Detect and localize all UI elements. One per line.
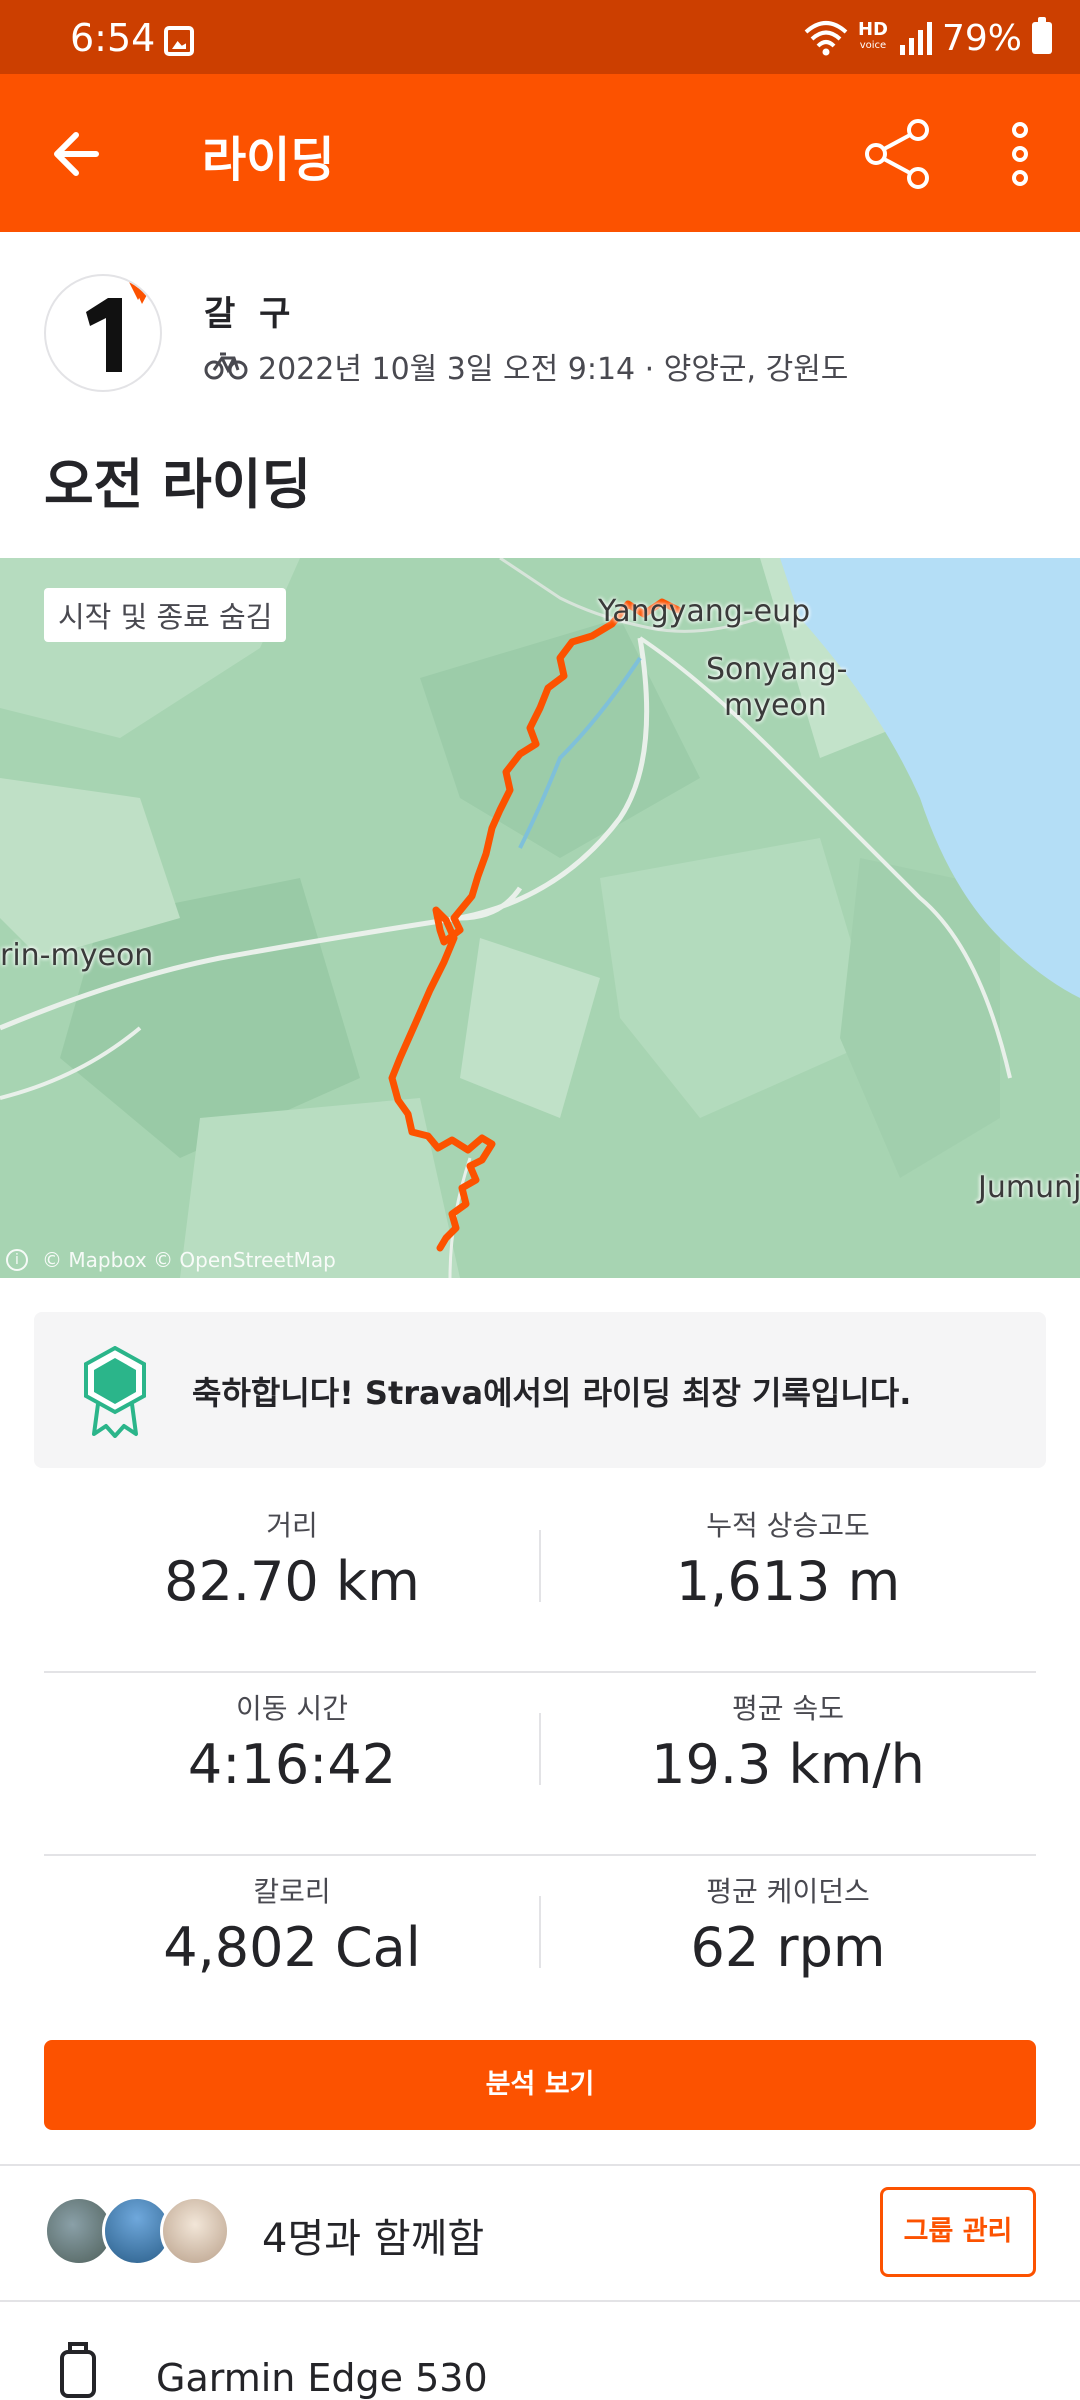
stat-label: 거리 (266, 1509, 318, 1542)
stat-average-speed: 평균 속도 19.3 km/h (540, 1673, 1036, 1796)
stat-distance: 거리 82.70 km (44, 1490, 540, 1613)
page-title: 라이딩 (202, 132, 335, 188)
stat-label: 누적 상승고도 (706, 1509, 870, 1542)
map-label-jumunjin: Jumunj (978, 1170, 1080, 1205)
achievement-text: 축하합니다! Strava에서의 라이딩 최장 기록입니다. (192, 1374, 912, 1412)
hd-label: HD (857, 19, 888, 40)
stat-value: 62 rpm (690, 1916, 886, 1979)
stat-label: 이동 시간 (236, 1692, 348, 1725)
activity-date-location: 2022년 10월 3일 오전 9:14 · 양양군, 강원도 (258, 352, 849, 387)
avatar (160, 2196, 230, 2266)
map-attribution[interactable]: i © Mapbox © OpenStreetMap (6, 1248, 336, 1272)
stat-calories: 칼로리 4,802 Cal (44, 1856, 540, 1979)
achievement-banner: 축하합니다! Strava에서의 라이딩 최장 기록입니다. (34, 1312, 1046, 1468)
activity-title: 오전 라이딩 (44, 453, 312, 516)
stats-grid: 거리 82.70 km 누적 상승고도 1,613 m 이동 시간 4:16:4… (44, 1490, 1036, 2039)
stats-row: 칼로리 4,802 Cal 평균 케이던스 62 rpm (44, 1856, 1036, 2039)
share-icon[interactable] (860, 116, 936, 192)
stat-label: 칼로리 (253, 1875, 331, 1908)
athlete-name[interactable]: 갈 구 (204, 286, 296, 335)
bike-icon (204, 352, 248, 380)
stat-moving-time: 이동 시간 4:16:42 (44, 1673, 540, 1796)
info-icon[interactable]: i (6, 1249, 28, 1271)
group-with-text[interactable]: 4명과 함께함 (262, 2206, 484, 2264)
view-analysis-button[interactable]: 분석 보기 (44, 2040, 1036, 2130)
stats-row: 거리 82.70 km 누적 상승고도 1,613 m (44, 1490, 1036, 1673)
battery-icon (1032, 17, 1052, 54)
stat-value: 19.3 km/h (651, 1733, 925, 1796)
athlete-avatar[interactable] (44, 274, 162, 392)
stats-row: 이동 시간 4:16:42 평균 속도 19.3 km/h (44, 1673, 1036, 1856)
manage-group-button[interactable]: 그룹 관리 (880, 2187, 1036, 2277)
divider (0, 2164, 1080, 2166)
voice-label: voice (859, 40, 887, 51)
group-avatars[interactable] (44, 2196, 234, 2270)
map-label-left-town: rin-myeon (0, 938, 154, 973)
stat-label: 평균 케이던스 (706, 1875, 870, 1908)
watch-icon (60, 2342, 96, 2398)
map-label-yangyang: Yangyang-eup (598, 594, 811, 629)
hide-start-end-toggle[interactable]: 시작 및 종료 숨김 (44, 588, 287, 642)
more-vertical-icon[interactable] (990, 116, 1050, 192)
device-name: Garmin Edge 530 (156, 2356, 488, 2400)
stat-value: 4,802 Cal (163, 1916, 421, 1979)
stat-value: 82.70 km (164, 1550, 420, 1613)
route-map[interactable]: 시작 및 종료 숨김 Yangyang-eup Sonyang- myeon r… (0, 558, 1080, 1278)
battery-percent: 79% (941, 17, 1022, 59)
divider (0, 2300, 1080, 2302)
wifi-icon (804, 21, 848, 56)
stat-value: 4:16:42 (187, 1733, 397, 1796)
gallery-icon (164, 26, 194, 56)
status-bar: 6:54 HD voice 79% (0, 0, 1080, 74)
status-icons: HD voice 79% (804, 16, 1052, 60)
map-terrain (0, 558, 1080, 1278)
hd-voice-indicator: HD voice (857, 19, 888, 54)
map-label-sonyang-1: Sonyang- (706, 652, 848, 687)
achievement-badge-icon (84, 1346, 146, 1438)
attribution-text: © Mapbox © OpenStreetMap (42, 1248, 336, 1272)
stat-average-cadence: 평균 케이던스 62 rpm (540, 1856, 1036, 1979)
stat-elevation-gain: 누적 상승고도 1,613 m (540, 1490, 1036, 1613)
map-label-sonyang-2: myeon (724, 688, 827, 723)
status-time: 6:54 (70, 16, 156, 60)
signal-icon (899, 22, 932, 55)
number-one-logo-icon (86, 278, 156, 372)
back-arrow-icon[interactable] (44, 119, 114, 189)
app-bar: 라이딩 (0, 74, 1080, 232)
stat-value: 1,613 m (675, 1550, 901, 1613)
stat-label: 평균 속도 (732, 1692, 844, 1725)
